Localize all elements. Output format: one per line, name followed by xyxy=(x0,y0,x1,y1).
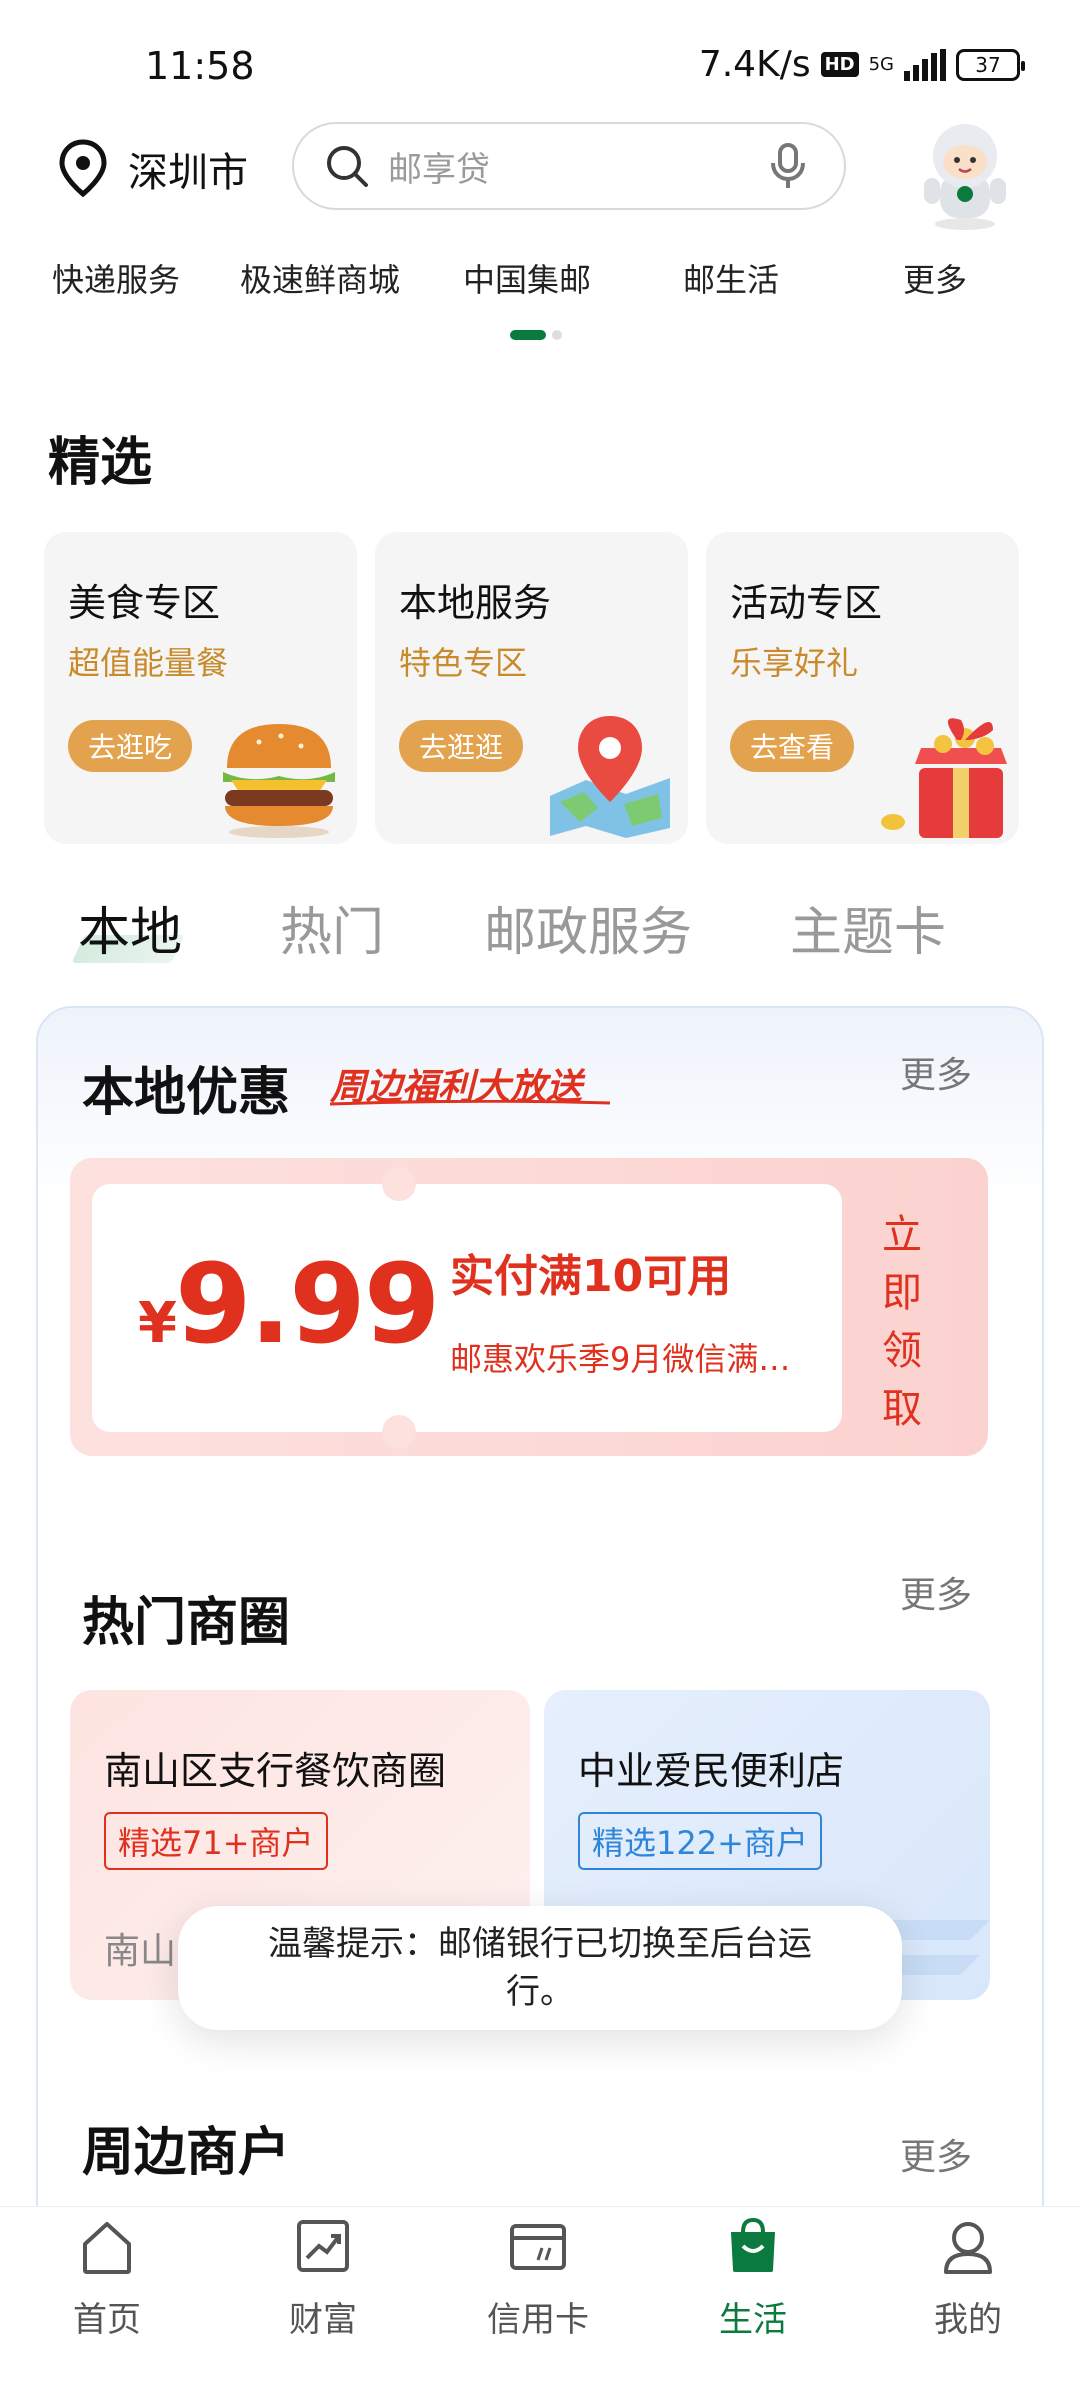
nav-profile[interactable]: 我的 xyxy=(893,2216,1043,2341)
tab-postal-services[interactable]: 邮政服务 xyxy=(484,890,692,965)
feature-card-button[interactable]: 去查看 xyxy=(730,720,855,772)
home-icon xyxy=(83,2222,131,2274)
signal-icon xyxy=(904,48,946,81)
nav-credit-card[interactable]: 信用卡 xyxy=(463,2216,613,2341)
page-indicator xyxy=(510,330,562,340)
featured-title: 精选 xyxy=(48,433,153,493)
coupon-amount: ¥9.99 xyxy=(138,1240,440,1368)
nearby-more[interactable]: 更多 xyxy=(900,2128,972,2180)
status-bar: 11:58 7.4K/s HD 5G 37 xyxy=(0,0,1080,120)
nav-label: 财富 xyxy=(289,2300,357,2340)
hot-area-title: 南山区支行餐饮商圈 xyxy=(104,1749,447,1793)
service-more[interactable]: 更多 xyxy=(903,255,967,301)
feature-card-button[interactable]: 去逛逛 xyxy=(399,720,524,772)
feature-card-subtitle: 乐享好礼 xyxy=(730,644,859,682)
city-selector[interactable]: 深圳市 xyxy=(128,140,248,198)
coupon-description: 邮惠欢乐季9月微信满… xyxy=(450,1340,791,1378)
service-nav: 快递服务 极速鲜商城 中国集邮 邮生活 更多 xyxy=(0,255,1080,305)
battery-level: 37 xyxy=(975,52,1001,77)
nav-label: 我的 xyxy=(934,2300,1002,2340)
service-fresh-mall[interactable]: 极速鲜商城 xyxy=(240,255,400,301)
nearby-merchants-title: 周边商户 xyxy=(82,2123,291,2183)
microphone-icon[interactable] xyxy=(768,141,808,191)
toast-message: 温馨提示：邮储银行已切换至后台运行。 xyxy=(178,1906,902,2030)
local-deals-title: 本地优惠 xyxy=(82,1063,291,1123)
feature-card-title: 活动专区 xyxy=(730,581,883,625)
service-life[interactable]: 邮生活 xyxy=(683,255,779,301)
page-dot xyxy=(552,330,562,340)
service-stamps[interactable]: 中国集邮 xyxy=(463,255,591,301)
search-input[interactable]: 邮享贷 xyxy=(292,122,846,210)
network-speed: 7.4K/s xyxy=(698,44,811,85)
nav-home[interactable]: 首页 xyxy=(32,2216,182,2341)
nav-label: 生活 xyxy=(719,2300,787,2340)
gift-box-icon xyxy=(881,718,1007,838)
hot-areas-more[interactable]: 更多 xyxy=(900,1566,972,1618)
search-icon xyxy=(327,146,368,187)
feature-card-food[interactable]: 美食专区 超值能量餐 去逛吃 xyxy=(44,532,357,844)
merchant-count-tag: 精选122+商户 xyxy=(578,1812,822,1870)
credit-card-icon xyxy=(510,2224,566,2270)
feature-card-local-service[interactable]: 本地服务 特色专区 去逛逛 xyxy=(375,532,688,844)
slogan-underline xyxy=(330,1100,610,1106)
nav-life[interactable]: 生活 xyxy=(678,2216,828,2341)
currency-symbol: ¥ xyxy=(138,1291,177,1356)
location-pin-icon[interactable] xyxy=(55,138,111,198)
network-type: 5G xyxy=(868,53,894,75)
tab-local[interactable]: 本地 xyxy=(78,890,182,965)
nav-wealth[interactable]: 财富 xyxy=(248,2216,398,2341)
service-express[interactable]: 快递服务 xyxy=(52,255,180,301)
feature-card-subtitle: 特色专区 xyxy=(399,644,528,682)
battery-icon: 37 xyxy=(956,48,1025,81)
status-indicators: 7.4K/s HD 5G 37 xyxy=(698,44,1025,85)
feature-card-title: 本地服务 xyxy=(399,581,552,625)
feature-card-button[interactable]: 去逛吃 xyxy=(68,720,193,772)
map-pin-icon xyxy=(550,716,670,838)
coupon-condition: 实付满10可用 xyxy=(450,1251,732,1302)
claim-coupon-button[interactable]: 立即领取 xyxy=(872,1206,932,1438)
feature-card-title: 美食专区 xyxy=(68,581,221,625)
category-tabs: 本地 热门 邮政服务 主题卡 xyxy=(0,890,1080,970)
tab-theme-card[interactable]: 主题卡 xyxy=(790,890,946,965)
status-time: 11:58 xyxy=(145,44,255,88)
shopping-bag-icon xyxy=(731,2217,775,2272)
user-icon xyxy=(944,2222,992,2274)
burger-icon xyxy=(223,724,335,838)
nav-label: 信用卡 xyxy=(487,2300,589,2340)
page-dot-active xyxy=(510,330,546,340)
feature-card-activity[interactable]: 活动专区 乐享好礼 去查看 xyxy=(706,532,1019,844)
search-placeholder: 邮享贷 xyxy=(388,149,490,190)
mascot-avatar[interactable] xyxy=(910,112,1020,232)
hot-areas-title: 热门商圈 xyxy=(82,1593,291,1653)
feature-card-subtitle: 超值能量餐 xyxy=(68,644,229,682)
local-deals-more[interactable]: 更多 xyxy=(900,1046,972,1098)
nav-label: 首页 xyxy=(73,2300,141,2340)
hot-area-title: 中业爱民便利店 xyxy=(578,1749,845,1793)
tab-hot[interactable]: 热门 xyxy=(280,890,384,965)
chart-icon xyxy=(297,2220,349,2272)
coupon-value: 9.99 xyxy=(174,1240,440,1368)
merchant-count-tag: 精选71+商户 xyxy=(104,1812,328,1870)
hd-badge: HD xyxy=(820,52,859,77)
hot-area-footer: 南山 xyxy=(104,1931,177,1972)
